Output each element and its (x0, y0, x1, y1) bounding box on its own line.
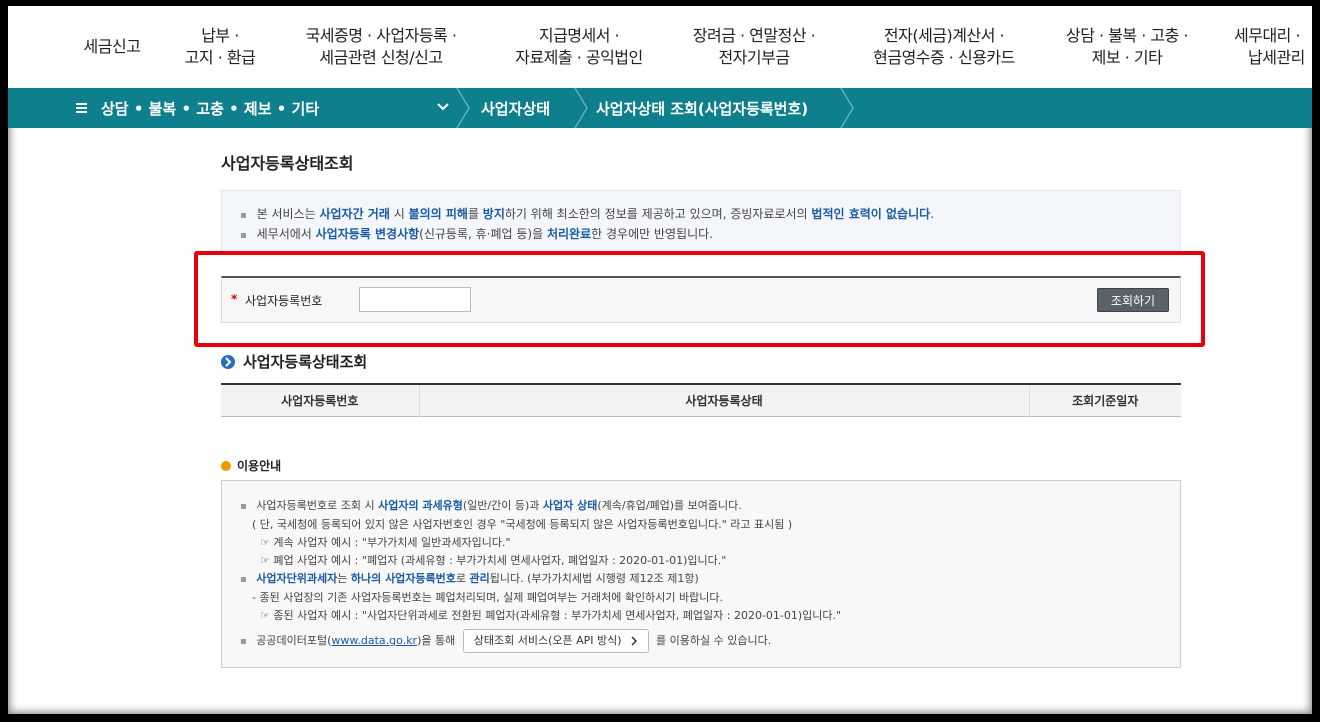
guide-section-title: 이용안내 (221, 457, 281, 474)
guide-title: 이용안내 (237, 459, 282, 473)
nav-item-label: 납부 · (201, 26, 239, 45)
menu-icon (76, 103, 87, 113)
breadcrumb-separator-icon (456, 88, 470, 128)
guide-line: 사업자등록번호로 조회 시 사업자의 과세유형(일반/간이 등)과 사업자 상태… (240, 497, 1162, 516)
chevron-right-icon (631, 636, 637, 646)
nav-item-label: 제보 · 기타 (1091, 48, 1163, 67)
nav-item-label: 상담 · 불복 · 고충 · (1065, 26, 1189, 45)
nav-item-certificate[interactable]: 국세증명 · 사업자등록 · 세금관련 신청/신고 (288, 6, 474, 88)
nav-item-label: 세금신고 (83, 37, 141, 56)
nav-item-label: 현금영수증 · 신용카드 (873, 48, 1015, 67)
browser-page: 세금신고 납부 · 고지 · 환급 국세증명 · 사업자등록 · 세금관련 신청… (8, 6, 1312, 714)
search-form: * 사업자등록번호 조회하기 (221, 276, 1181, 323)
result-table: 사업자등록번호 사업자등록상태 조회기준일자 (221, 383, 1181, 417)
guide-line: 공공데이터포털(www.data.go.kr)을 통해 상태조회 서비스(오픈 … (240, 629, 1162, 653)
search-button[interactable]: 조회하기 (1097, 288, 1169, 312)
usage-guide: 사업자등록번호로 조회 시 사업자의 과세유형(일반/간이 등)과 사업자 상태… (221, 480, 1181, 668)
nav-item-statement[interactable]: 지급명세서 · 자료제출 · 공익법인 (496, 6, 662, 88)
nav-item-label: 장려금 · 연말정산 · (692, 26, 816, 45)
guide-line: 사업자단위과세자는 하나의 사업자등록번호로 관리됩니다. (부가가치세법 시행… (240, 570, 1162, 589)
nav-item-label: 세무대리 · (1234, 26, 1301, 45)
guide-line: ( 단, 국세청에 등록되어 있지 않은 사업자번호인 경우 "국세청에 등록되… (252, 518, 793, 531)
business-number-label: 사업자등록번호 (245, 294, 323, 308)
nav-item-label: 고지 · 환급 (184, 48, 256, 67)
result-title: 사업자등록상태조회 (243, 353, 368, 371)
breadcrumb: 상담 • 불복 • 고충 • 제보 • 기타 사업자상태 사업자상태 조회(사업… (8, 88, 1312, 128)
breadcrumb-item-current[interactable]: 사업자상태 조회(사업자등록번호) (596, 88, 808, 128)
nav-item-tax-agent[interactable]: 세무대리 · 납세관리 (1234, 6, 1312, 88)
top-navigation: 세금신고 납부 · 고지 · 환급 국세증명 · 사업자등록 · 세금관련 신청… (8, 6, 1312, 88)
guide-line: ☞ 계속 사업자 예시 : "부가가치세 일반과세자입니다." (260, 536, 511, 549)
nav-item-incentive[interactable]: 장려금 · 연말정산 · 전자기부금 (676, 6, 832, 88)
nav-item-label: 납세관리 (1248, 48, 1305, 67)
business-number-input[interactable] (359, 287, 471, 312)
api-service-button[interactable]: 상태조회 서비스(오픈 API 방식) (462, 629, 649, 653)
nav-item-label: 자료제출 · 공익법인 (515, 48, 643, 67)
guide-line: - 종된 사업장의 기존 사업자등록번호는 폐업처리되며, 실제 폐업여부는 거… (252, 591, 723, 604)
breadcrumb-separator-icon (574, 88, 588, 128)
notice-line: 세무서에서 사업자등록 변경사항(신규등록, 휴·폐업 등)을 처리완료한 경우… (240, 225, 1162, 245)
table-header-row: 사업자등록번호 사업자등록상태 조회기준일자 (221, 384, 1181, 416)
required-mark: * (231, 292, 238, 306)
breadcrumb-separator-icon (840, 88, 854, 128)
data-portal-link[interactable]: www.data.go.kr (331, 634, 417, 647)
column-header: 사업자등록번호 (221, 384, 419, 416)
nav-item-label: 전자기부금 (718, 48, 790, 67)
guide-line: ☞ 종된 사업자 예시 : "사업자단위과세로 전환된 폐업자(과세유형 : 부… (260, 609, 842, 622)
result-section-title: 사업자등록상태조회 (221, 351, 367, 372)
nav-item-label: 전자(세금)계산서 · (883, 26, 1005, 45)
column-header: 조회기준일자 (1028, 384, 1181, 416)
info-bullet-icon (221, 460, 231, 471)
guide-line: ☞ 폐업 사업자 예시 : "폐업자 (과세유형 : 부가가치세 면세사업자, … (260, 554, 727, 567)
breadcrumb-item-status[interactable]: 사업자상태 (481, 88, 550, 128)
nav-item-payment[interactable]: 납부 · 고지 · 환급 (168, 6, 272, 88)
breadcrumb-menu[interactable]: 상담 • 불복 • 고충 • 제보 • 기타 (101, 88, 319, 128)
notice-line: 본 서비스는 사업자간 거래 시 불의의 피해를 방지하기 위해 최소한의 정보… (240, 205, 1162, 225)
chevron-down-icon[interactable] (436, 100, 450, 114)
page-title: 사업자등록상태조회 (221, 154, 354, 173)
nav-item-label: 국세증명 · 사업자등록 · (305, 26, 457, 45)
nav-item-tax-report[interactable]: 세금신고 (70, 6, 154, 88)
arrow-right-icon (221, 354, 235, 369)
nav-item-label: 지급명세서 · (538, 26, 620, 45)
service-notice: 본 서비스는 사업자간 거래 시 불의의 피해를 방지하기 위해 최소한의 정보… (221, 190, 1181, 252)
nav-item-consult[interactable]: 상담 · 불복 · 고충 · 제보 · 기타 (1052, 6, 1202, 88)
column-header: 사업자등록상태 (418, 384, 1029, 416)
nav-item-e-invoice[interactable]: 전자(세금)계산서 · 현금영수증 · 신용카드 (854, 6, 1034, 88)
nav-item-label: 세금관련 신청/신고 (319, 48, 443, 67)
